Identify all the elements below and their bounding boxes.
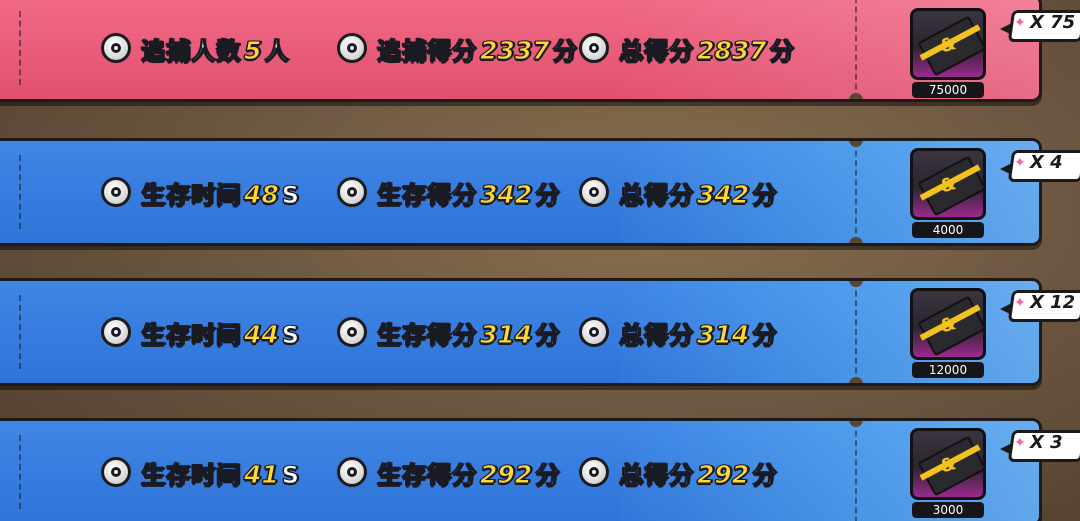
reward-amount: 75000: [912, 82, 984, 98]
reward-item[interactable]: & 12000: [910, 282, 988, 382]
stat-label: 总得分: [619, 460, 694, 489]
ticket-icon: &: [910, 428, 986, 500]
stat-time: 生存时间 41 S: [101, 421, 300, 521]
stat-value: 314: [479, 319, 533, 349]
multiplier-text: X 4: [1030, 152, 1063, 173]
stat-value: 292: [696, 459, 750, 489]
stat-unit: 分: [769, 36, 795, 65]
star-icon: ✦: [1014, 15, 1026, 31]
result-row: 生存时间 41 S 生存得分 292 分 总得分 292 分: [0, 418, 1042, 521]
stat-value: 48: [244, 179, 280, 209]
stat-score: 生存得分 292 分: [337, 421, 560, 521]
stat-value: 44: [244, 319, 280, 349]
stat-unit: S: [281, 180, 301, 209]
token-icon: [579, 33, 609, 63]
stat-total: 总得分 2837 分: [579, 0, 795, 99]
stat-unit: 分: [752, 180, 778, 209]
stat-label: 生存得分: [377, 180, 477, 209]
result-row: 追捕人数 5 人 追捕得分 2337 分 总得分 2837 分: [0, 0, 1042, 102]
results-screen: 追捕人数 5 人 追捕得分 2337 分 总得分 2837 分 & 75000 ✦ X 75…: [0, 0, 1080, 521]
stat-label: 生存得分: [377, 460, 477, 489]
stat-value: 342: [696, 179, 750, 209]
stat-label: 生存时间: [141, 460, 241, 489]
ticket-icon: &: [910, 8, 986, 80]
stat-unit: 分: [752, 460, 778, 489]
result-row: 生存时间 48 S 生存得分 342 分 总得分 342 分: [0, 138, 1042, 246]
stat-time: 生存时间 44 S: [101, 281, 300, 383]
stat-unit: 分: [552, 36, 578, 65]
stat-value: 2337: [480, 35, 551, 65]
stat-unit: 分: [535, 320, 561, 349]
stat-label: 总得分: [619, 36, 694, 65]
stat-label: 追捕人数: [141, 36, 241, 65]
stat-value: 41: [244, 459, 280, 489]
stat-value: 5: [243, 35, 262, 65]
stat-score: 追捕得分 2337 分: [337, 0, 578, 99]
stat-unit: S: [281, 460, 301, 489]
stat-label: 追捕得分: [377, 36, 477, 65]
stat-label: 生存得分: [377, 320, 477, 349]
reward-item[interactable]: & 3000: [910, 422, 988, 521]
token-icon: [337, 33, 367, 63]
multiplier-badge: ✦ X 3: [1000, 426, 1080, 466]
token-icon: [337, 317, 367, 347]
stat-label: 生存时间: [141, 180, 241, 209]
stat-unit: S: [281, 320, 301, 349]
reward-item[interactable]: & 75000: [910, 2, 988, 102]
reward-item[interactable]: & 4000: [910, 142, 988, 242]
token-icon: [579, 457, 609, 487]
stat-value: 2837: [697, 35, 768, 65]
result-row: 生存时间 44 S 生存得分 314 分 总得分 314 分: [0, 278, 1042, 386]
stat-unit: 人: [264, 36, 290, 65]
stat-value: 314: [696, 319, 750, 349]
token-icon: [579, 177, 609, 207]
reward-amount: 4000: [912, 222, 984, 238]
stat-unit: 分: [535, 180, 561, 209]
reward-amount: 12000: [912, 362, 984, 378]
stat-value: 342: [479, 179, 533, 209]
star-icon: ✦: [1014, 155, 1026, 171]
stat-value: 292: [479, 459, 533, 489]
token-icon: [101, 33, 131, 63]
star-icon: ✦: [1014, 295, 1026, 311]
token-icon: [337, 177, 367, 207]
multiplier-badge: ✦ X 4: [1000, 146, 1080, 186]
ticket-icon: &: [910, 148, 986, 220]
multiplier-text: X 3: [1030, 432, 1063, 453]
reward-amount: 3000: [912, 502, 984, 518]
stat-total: 总得分 342 分: [579, 141, 777, 243]
multiplier-badge: ✦ X 75: [1000, 6, 1080, 46]
stat-total: 总得分 292 分: [579, 421, 777, 521]
stat-label: 生存时间: [141, 320, 241, 349]
stat-label: 总得分: [619, 320, 694, 349]
multiplier-badge: ✦ X 12: [1000, 286, 1080, 326]
token-icon: [337, 457, 367, 487]
star-icon: ✦: [1014, 435, 1026, 451]
token-icon: [579, 317, 609, 347]
stat-score: 生存得分 314 分: [337, 281, 560, 383]
stat-score: 生存得分 342 分: [337, 141, 560, 243]
stat-unit: 分: [535, 460, 561, 489]
multiplier-text: X 12: [1030, 292, 1076, 313]
stat-time: 生存时间 48 S: [101, 141, 300, 243]
stat-label: 总得分: [619, 180, 694, 209]
token-icon: [101, 177, 131, 207]
stat-unit: 分: [752, 320, 778, 349]
multiplier-text: X 75: [1030, 12, 1076, 33]
token-icon: [101, 457, 131, 487]
token-icon: [101, 317, 131, 347]
stat-total: 总得分 314 分: [579, 281, 777, 383]
ticket-icon: &: [910, 288, 986, 360]
stat-count: 追捕人数 5 人: [101, 0, 289, 99]
